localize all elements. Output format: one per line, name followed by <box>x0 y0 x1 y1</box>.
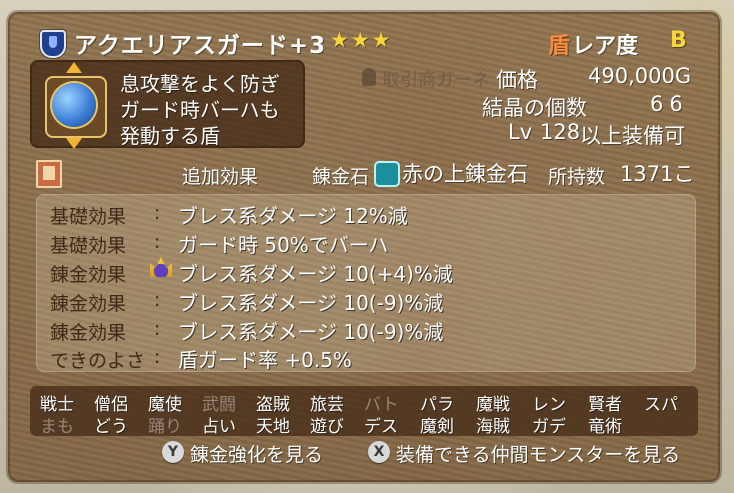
effect-label: 錬金効果 <box>50 322 127 344</box>
price-value: 490,000G <box>588 64 692 88</box>
item-stars: ★★★ <box>330 28 393 52</box>
alchemy-stone-icon <box>374 161 400 187</box>
shield-badge-icon <box>40 30 66 58</box>
job-item: 魔剣 <box>420 417 454 437</box>
effect-label: 錬金効果 <box>50 293 127 315</box>
effect-value: ガード時 50%でバーハ <box>178 233 389 257</box>
price-label: 価格 <box>496 68 538 92</box>
job-item: まも <box>40 417 74 437</box>
level-value: 128 <box>540 120 581 144</box>
effect-colon: : <box>154 202 161 224</box>
job-item: 占い <box>202 417 236 437</box>
level-prefix: Lv <box>508 120 533 144</box>
level-suffix: 以上装備可 <box>580 124 685 148</box>
view-equippable-monsters-button[interactable]: 装備できる仲間モンスターを見る <box>396 440 680 467</box>
job-item: 竜術 <box>588 417 622 437</box>
effect-value: ブレス系ダメージ 10(+4)%減 <box>178 262 453 286</box>
job-item: 海賊 <box>476 417 510 437</box>
x-button-icon[interactable]: X <box>368 441 390 463</box>
rarity-value: B <box>670 28 687 53</box>
effect-colon: : <box>154 346 161 368</box>
effect-label: 基礎効果 <box>50 235 127 257</box>
y-button-icon[interactable]: Y <box>162 441 184 463</box>
effect-colon: : <box>154 231 161 253</box>
effect-label: できのよさ <box>50 350 146 372</box>
arrow-down-icon[interactable] <box>66 138 82 149</box>
effect-value: ブレス系ダメージ 12%減 <box>178 204 408 228</box>
crystal-count-label: 結晶の個数 <box>482 96 587 120</box>
arrow-up-icon[interactable] <box>66 62 82 73</box>
job-item: デス <box>364 417 398 437</box>
effect-colon: : <box>154 318 161 340</box>
job-item: 天地 <box>256 417 290 437</box>
crystal-count-value: 66 <box>650 92 689 116</box>
rarity-label: レア度 <box>572 34 639 59</box>
effect-value: ブレス系ダメージ 10(-9)%減 <box>178 320 444 344</box>
alchemy-book-icon <box>36 160 62 188</box>
effect-colon: : <box>154 289 161 311</box>
additional-effects-label: 追加効果 <box>182 166 259 188</box>
effect-label: 基礎効果 <box>50 206 127 228</box>
owned-count-value: 1371こ <box>620 162 695 186</box>
job-item: 踊り <box>148 417 182 437</box>
view-alchemy-upgrade-button[interactable]: 錬金強化を見る <box>190 440 323 467</box>
effect-value: 盾ガード率 +0.5% <box>178 348 352 372</box>
item-category: 盾 <box>548 34 571 59</box>
merchant-icon <box>362 68 376 86</box>
alchemy-stone-label: 錬金石 <box>312 166 370 188</box>
item-name: アクエリアスガード+3 <box>74 33 327 59</box>
effect-label: 錬金効果 <box>50 264 127 286</box>
trade-label: 取引商ガーネ <box>382 70 490 91</box>
aquarius-shield-icon <box>45 76 107 138</box>
job-item: どう <box>94 417 128 437</box>
job-item: 遊び <box>310 417 344 437</box>
effect-value: ブレス系ダメージ 10(-9)%減 <box>178 291 444 315</box>
job-item: スパ <box>644 395 678 415</box>
job-item: ガデ <box>532 417 566 437</box>
description-line-3: 発動する盾 <box>120 124 220 148</box>
description-line-2: ガード時バーハも <box>120 98 280 122</box>
description-line-1: 息攻撃をよく防ぎ <box>120 72 280 96</box>
owned-count-label: 所持数 <box>548 166 606 188</box>
alchemy-stone-name: 赤の上錬金石 <box>402 162 528 186</box>
